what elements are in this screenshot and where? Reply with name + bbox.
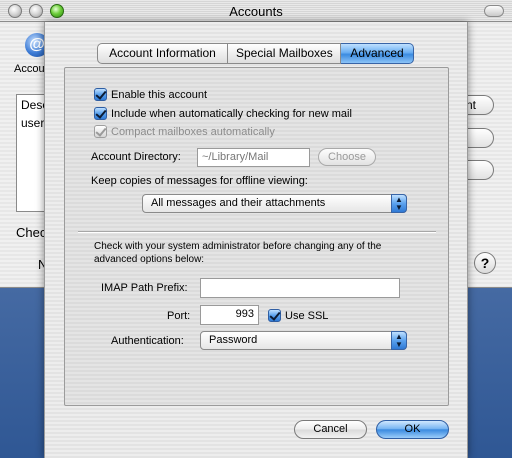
toolbar-toggle-button[interactable] xyxy=(484,5,504,17)
authentication-popup[interactable]: Password ▲ ▼ xyxy=(200,331,407,350)
compact-mailboxes-label: Compact mailboxes automatically xyxy=(111,126,275,138)
use-ssl-label[interactable]: Use SSL xyxy=(285,310,328,322)
include-checking-label[interactable]: Include when automatically checking for … xyxy=(111,108,352,120)
account-settings-sheet: Account Information Special Mailboxes Ad… xyxy=(44,22,468,458)
remove-account-button[interactable] xyxy=(466,160,494,180)
up-down-arrows-icon[interactable]: ▲ ▼ xyxy=(391,194,407,213)
check-mail-label: Check xyxy=(16,225,46,240)
offline-copies-popup[interactable]: All messages and their attachments ▲ ▼ xyxy=(142,194,407,213)
port-field[interactable]: 993 xyxy=(200,305,259,325)
tab-advanced[interactable]: Advanced xyxy=(341,43,414,64)
tab-account-information[interactable]: Account Information xyxy=(97,43,228,64)
account-directory-label: Account Directory: xyxy=(91,151,181,163)
account-directory-field: ~/Library/Mail xyxy=(197,148,310,167)
accounts-list[interactable]: Description user xyxy=(16,94,81,212)
keep-copies-label: Keep copies of messages for offline view… xyxy=(91,175,308,187)
list-item[interactable]: user xyxy=(21,116,44,130)
tab-bar: Account Information Special Mailboxes Ad… xyxy=(97,43,414,64)
add-account-button[interactable]: nt xyxy=(466,95,494,115)
imap-prefix-field[interactable] xyxy=(200,278,400,298)
cancel-button[interactable]: Cancel xyxy=(294,420,367,439)
section-divider xyxy=(78,231,436,233)
help-icon[interactable]: ? xyxy=(474,252,496,274)
imap-prefix-label: IMAP Path Prefix: xyxy=(101,282,188,294)
up-down-arrows-icon[interactable]: ▲ ▼ xyxy=(391,331,407,350)
port-label: Port: xyxy=(167,310,191,322)
edit-account-button[interactable] xyxy=(466,128,494,148)
accounts-toolbar-label[interactable]: Accounts xyxy=(14,63,46,75)
enable-account-label[interactable]: Enable this account xyxy=(111,89,207,101)
compact-mailboxes-checkbox xyxy=(94,125,107,138)
window-title: Accounts xyxy=(229,4,283,19)
enable-account-checkbox[interactable] xyxy=(94,88,107,101)
offline-copies-value: All messages and their attachments xyxy=(151,197,326,209)
tab-special-mailboxes[interactable]: Special Mailboxes xyxy=(228,43,341,64)
include-checking-checkbox[interactable] xyxy=(94,107,107,120)
authentication-value: Password xyxy=(209,334,258,346)
title-bar[interactable]: Accounts xyxy=(0,0,512,22)
ok-button[interactable]: OK xyxy=(376,420,449,439)
admin-warning-text: Check with your system administrator bef… xyxy=(94,241,382,265)
use-ssl-checkbox[interactable] xyxy=(268,309,281,322)
authentication-label: Authentication: xyxy=(111,335,184,347)
choose-button: Choose xyxy=(318,148,376,166)
